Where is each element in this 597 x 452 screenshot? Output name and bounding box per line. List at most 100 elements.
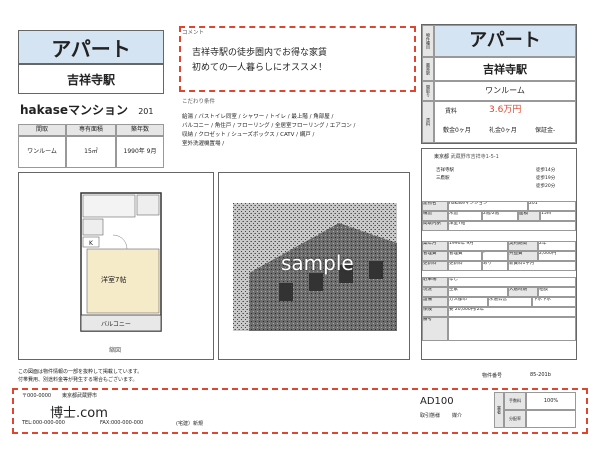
row-value-contract: 2年 [538, 241, 576, 251]
footer-address: 東京都武蔵野市 [62, 393, 98, 399]
summary-table: 間取 専有面積 築年数 ワンルーム 15㎡ 1990年 9月 [18, 124, 164, 168]
row-label-equipment: 設備 [422, 297, 448, 307]
row-label-breakdown: 間取内訳 [422, 221, 448, 231]
row-label-building: 建物名 [422, 201, 448, 211]
conditions-line-4: 室外洗濯機置場 / [182, 141, 225, 147]
summary-header-layout: 間取 [18, 124, 66, 136]
side-label-rent: 賃料 [422, 101, 434, 143]
row-value-structure: 木造 [448, 211, 482, 221]
rent-value: 3.6万円 [489, 105, 522, 115]
right-header-panel: 物件種目 最寄駅 間取り 賃料 アパート 吉祥寺駅 ワンルーム 賃料 3.6万円… [421, 24, 577, 144]
summary-value-layout: ワンルーム [18, 136, 66, 168]
address: 東京都 武蔵野市吉祥寺1-5-1 [434, 153, 499, 160]
footer-code: AD100 [420, 396, 454, 407]
footer-license: (宅建）新規 [176, 421, 203, 427]
left-station-box: 吉祥寺駅 [18, 64, 164, 94]
row-value-movein: 相談 [538, 287, 576, 297]
floorplan-k-label: K [89, 240, 93, 247]
floorplan-box: K 洋室7帖 バルコニー 縮図 [18, 172, 214, 360]
photo-watermark: sample [281, 251, 354, 275]
comment-line-1: 吉祥寺駅の徒歩圏内でお得な家賃 [192, 48, 328, 58]
floorplan-drawing [80, 192, 162, 332]
share-value [526, 410, 576, 428]
key-money-value: 礼金0ヶ月 [489, 127, 517, 134]
conditions-line-2: バルコニー / 角住戸 / フローリング / 全居室フローリング / エアコン … [182, 123, 356, 129]
row-label-structure: 構造 [422, 211, 448, 221]
side-label-layout: 間取り [422, 81, 434, 101]
building-name: hakaseマンション 201 [20, 101, 153, 118]
row-value-area: 15㎡ [540, 211, 576, 221]
row-value-status: 空家 [448, 287, 508, 297]
row-label-insurance: 保険 [422, 307, 448, 317]
conditions-label: こだわり条件 [182, 99, 216, 105]
right-layout: ワンルーム [434, 81, 576, 101]
row-label-movein: 入居時期 [508, 287, 538, 297]
footer-tel: TEL:000-000-000 [22, 420, 65, 426]
conditions-line-1: 給湯 / バストイレ同室 / シャワー / トイレ / 最上階 / 角部屋 / [182, 114, 334, 120]
row-value-mgmt-amount: - [482, 251, 508, 261]
notice-line-1: この図面は物件情報の一部を抜粋して掲載しています。 [18, 369, 143, 375]
address-prefecture: 東京都 [434, 154, 450, 160]
footer-company: 博士.com [50, 406, 108, 421]
fee-table: 業者 手数料 100% 分配率 [494, 392, 576, 428]
comment-highlight [179, 26, 416, 92]
summary-value-area: 15㎡ [66, 136, 116, 168]
row-label-renewal: 更新料 [422, 261, 448, 271]
row-value-insurance: 要 20,000円/2年 [448, 307, 576, 317]
share-label: 分配率 [504, 410, 526, 428]
row-value-renewal: 更新料 [448, 261, 482, 271]
floorplan-room-label: 洋室7帖 [101, 276, 127, 284]
row-value-gas: ガス都市 [448, 297, 488, 307]
side-label-type: 物件種目 [422, 25, 434, 57]
detail-panel: 東京都 武蔵野市吉祥寺1-5-1 吉祥寺駅 徒歩14分 三鷹駅 徒歩19分 徒歩… [421, 148, 577, 360]
row-value-breakdown: 洋室7帖 [448, 221, 576, 231]
notice-line-2: 付帯費用、別途料金等が発生する場合もございます。 [18, 377, 138, 383]
deposit-value: 敷金0ヶ月 [443, 127, 471, 134]
left-type-text: アパート [51, 36, 131, 61]
row-value-built: 1990年 9月 [448, 241, 508, 251]
floorplan-caption: 縮図 [109, 347, 122, 354]
row-label-mgmt: 管理費 [422, 251, 448, 261]
access-walk-3: 徒歩20分 [536, 184, 556, 189]
access-line-2: 三鷹駅 [436, 176, 450, 181]
left-type-header: アパート [18, 30, 164, 64]
conditions-line-3: 収納 / クロゼット / シューズボックス / CATV / 網戸 / [182, 132, 315, 138]
row-value-water: 水道公営 [488, 297, 532, 307]
property-number-value: 85-201b [530, 372, 551, 378]
left-station-text: 吉祥寺駅 [66, 72, 115, 87]
property-number-label: 物件番号 [482, 373, 503, 379]
floorplan-balcony-label: バルコニー [101, 321, 131, 328]
row-label-status: 現況 [422, 287, 448, 297]
side-label-station: 最寄駅 [422, 57, 434, 81]
right-type-header: アパート [434, 25, 576, 57]
access-list: 吉祥寺駅 徒歩14分 三鷹駅 徒歩19分 徒歩20分 [434, 167, 572, 201]
building-photo-frame: sample [218, 172, 410, 360]
row-value-renewal-flag: あり [482, 261, 508, 271]
row-label-contract: 契約期間 [508, 241, 538, 251]
fee-side-label: 業者 [494, 392, 504, 428]
summary-header-age: 築年数 [116, 124, 164, 136]
address-rest: 武蔵野市吉祥寺1-5-1 [450, 154, 499, 160]
footer-deal-value: 媒介 [452, 413, 463, 419]
footer-postal: 〒000-0000 [22, 393, 52, 399]
row-label-parking: 駐車場 [422, 277, 448, 287]
row-value-floors: 2階/2階 [482, 211, 518, 221]
access-walk-2: 徒歩19分 [536, 176, 556, 181]
row-value-remarks [448, 317, 576, 341]
access-line-1: 吉祥寺駅 [436, 168, 454, 173]
row-value-sewer: 下水下水 [532, 297, 576, 307]
right-station: 吉祥寺駅 [434, 57, 576, 81]
row-value-building: hakaseマンション [448, 201, 528, 211]
row-value-common: 2,000円 [538, 251, 576, 261]
summary-value-age: 1990年 9月 [116, 136, 164, 168]
row-value-room: 201 [528, 201, 576, 211]
building-room-number: 201 [138, 107, 154, 116]
building-name-text: hakaseマンション [20, 103, 129, 117]
footer-deal-label: 取引態様 [420, 413, 441, 419]
fee-value: 100% [526, 392, 576, 410]
footer-fax: FAX:000-000-000 [100, 420, 144, 426]
row-value-mgmt: 管理費 [448, 251, 482, 261]
row-label-built: 築年月 [422, 241, 448, 251]
row-label-common: 共益費 [508, 251, 538, 261]
guarantee-value: 保証金- [535, 127, 556, 134]
